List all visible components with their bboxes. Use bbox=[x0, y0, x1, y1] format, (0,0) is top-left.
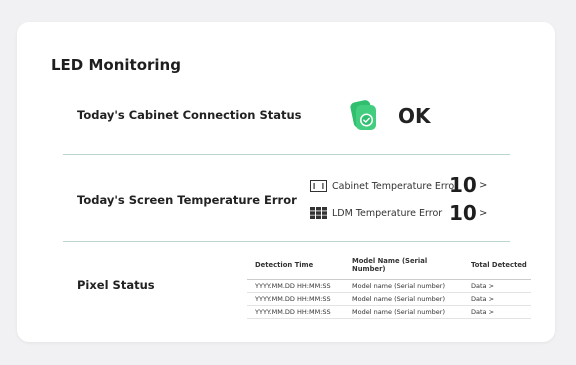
connection-status-label: Today's Cabinet Connection Status bbox=[77, 108, 302, 122]
pixel-status-table: Detection Time Model Name (Serial Number… bbox=[247, 257, 531, 319]
cabinet-connected-icon bbox=[350, 100, 376, 130]
led-monitoring-card: LED Monitoring Today's Cabinet Connectio… bbox=[17, 22, 555, 342]
cabinet-icon bbox=[310, 180, 327, 192]
temperature-error-label: Today's Screen Temperature Error bbox=[77, 193, 297, 207]
model-name-cell: Model name (Serial number) bbox=[344, 279, 463, 293]
table-row: YYYY.MM.DD HH:MM:SS Model name (Serial n… bbox=[247, 292, 531, 306]
ldm-temp-error-row[interactable]: LDM Temperature Error bbox=[310, 202, 442, 224]
cabinet-temp-error-label: Cabinet Temperature Error bbox=[332, 180, 459, 192]
ldm-temp-chevron-icon[interactable]: > bbox=[479, 208, 487, 219]
ldm-grid-icon bbox=[310, 207, 327, 219]
detection-time-cell: YYYY.MM.DD HH:MM:SS bbox=[247, 305, 344, 319]
connection-status-value: OK bbox=[398, 104, 431, 128]
ldm-temp-error-label: LDM Temperature Error bbox=[332, 207, 443, 219]
data-link[interactable]: Data > bbox=[463, 292, 531, 306]
model-name-cell: Model name (Serial number) bbox=[344, 292, 463, 306]
cabinet-temp-error-row[interactable]: Cabinet Temperature Error bbox=[310, 175, 458, 197]
ldm-temp-error-value[interactable]: 10 bbox=[449, 201, 477, 225]
col-model-name: Model Name (Serial Number) bbox=[344, 257, 463, 280]
cabinet-temp-error-value[interactable]: 10 bbox=[449, 173, 477, 197]
model-name-cell: Model name (Serial number) bbox=[344, 305, 463, 319]
col-total-detected: Total Detected bbox=[463, 257, 531, 280]
detection-time-cell: YYYY.MM.DD HH:MM:SS bbox=[247, 292, 344, 306]
data-link[interactable]: Data > bbox=[463, 305, 531, 319]
divider bbox=[63, 241, 510, 242]
cabinet-temp-chevron-icon[interactable]: > bbox=[479, 180, 487, 191]
detection-time-cell: YYYY.MM.DD HH:MM:SS bbox=[247, 279, 344, 293]
table-header-row: Detection Time Model Name (Serial Number… bbox=[247, 257, 531, 280]
page-title: LED Monitoring bbox=[51, 56, 181, 74]
data-link[interactable]: Data > bbox=[463, 279, 531, 293]
table-row: YYYY.MM.DD HH:MM:SS Model name (Serial n… bbox=[247, 279, 531, 293]
table-row: YYYY.MM.DD HH:MM:SS Model name (Serial n… bbox=[247, 305, 531, 319]
divider bbox=[63, 154, 510, 155]
pixel-status-label: Pixel Status bbox=[77, 278, 155, 292]
col-detection-time: Detection Time bbox=[247, 257, 344, 280]
